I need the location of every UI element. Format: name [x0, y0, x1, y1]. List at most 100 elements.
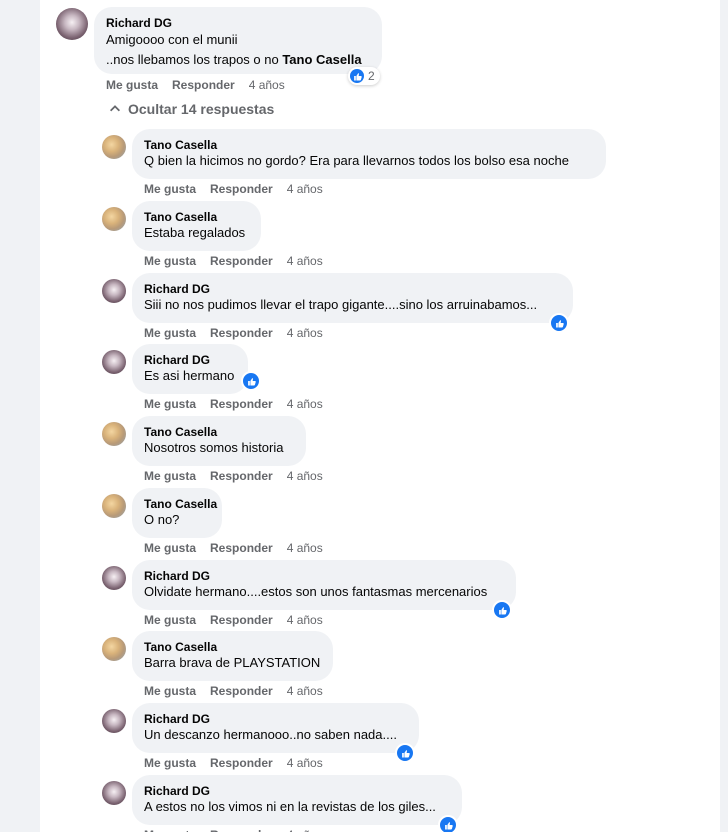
timestamp[interactable]: 4 años — [287, 684, 323, 698]
reply-author[interactable]: Richard DG — [144, 352, 236, 368]
like-button[interactable]: Me gusta — [144, 684, 196, 698]
reply-text: Olvidate hermano....estos son unos fanta… — [144, 584, 488, 599]
reply-author[interactable]: Tano Casella — [144, 424, 294, 440]
like-icon — [444, 821, 453, 830]
reply-bubble: Tano Casella Q bien la hicimos no gordo? … — [132, 129, 606, 179]
reply-button[interactable]: Responder — [210, 684, 273, 698]
like-button[interactable]: Me gusta — [144, 541, 196, 555]
reply-bubble: Richard DG Olvidate hermano....estos son … — [132, 560, 516, 610]
reply-author[interactable]: Tano Casella — [144, 137, 594, 153]
like-icon — [555, 319, 564, 328]
like-button[interactable]: Me gusta — [106, 78, 158, 92]
reply-actions: Me gusta Responder 4 años — [144, 397, 323, 411]
like-reaction-badge[interactable] — [549, 313, 569, 333]
like-reaction-badge[interactable] — [438, 815, 458, 832]
like-button[interactable]: Me gusta — [144, 828, 196, 832]
reply-actions: Me gusta Responder 4 años — [144, 469, 323, 483]
reply-text: Q bien la hicimos no gordo? Era para lle… — [144, 153, 569, 168]
reaction-count: 2 — [368, 69, 375, 83]
reply-author[interactable]: Richard DG — [144, 783, 450, 799]
reply-button[interactable]: Responder — [172, 78, 235, 92]
reply-avatar[interactable] — [102, 637, 126, 661]
comment-author[interactable]: Richard DG — [106, 15, 370, 31]
reply-actions: Me gusta Responder 4 años — [144, 541, 323, 555]
reply-bubble: Richard DG A estos no los vimos ni en la … — [132, 775, 462, 825]
reply-actions: Me gusta Responder 4 años — [144, 182, 323, 196]
comment-text-line2: ..nos llebamos los trapos o no Tano Case… — [106, 52, 370, 68]
reply-avatar[interactable] — [102, 781, 126, 805]
reply-button[interactable]: Responder — [210, 182, 273, 196]
reply-author[interactable]: Richard DG — [144, 568, 504, 584]
reply-avatar[interactable] — [102, 494, 126, 518]
reply-text: Siii no nos pudimos llevar el trapo giga… — [144, 297, 538, 312]
like-reaction-badge[interactable] — [241, 371, 261, 391]
timestamp[interactable]: 4 años — [287, 541, 323, 555]
reply-avatar[interactable] — [102, 207, 126, 231]
hide-replies-label: Ocultar 14 respuestas — [128, 101, 275, 117]
reply-author[interactable]: Tano Casella — [144, 496, 217, 512]
comment-text-line2-prefix: ..nos llebamos los trapos o no — [106, 52, 283, 67]
reply-avatar[interactable] — [102, 350, 126, 374]
reply-button[interactable]: Responder — [210, 254, 273, 268]
reply-avatar[interactable] — [102, 566, 126, 590]
reply-text: Nosotros somos historia — [144, 440, 284, 455]
like-icon — [247, 377, 256, 386]
reply-avatar[interactable] — [102, 135, 126, 159]
reply-avatar[interactable] — [102, 422, 126, 446]
timestamp[interactable]: 4 años — [287, 397, 323, 411]
reply-author[interactable]: Tano Casella — [144, 209, 249, 225]
avatar[interactable] — [56, 8, 88, 40]
like-button[interactable]: Me gusta — [144, 613, 196, 627]
reply-author[interactable]: Richard DG — [144, 281, 561, 297]
reply-text: Barra brava de PLAYSTATION — [144, 655, 321, 670]
reply-bubble: Tano Casella O no? — [132, 488, 222, 538]
timestamp[interactable]: 4 años — [287, 613, 323, 627]
reply-actions: Me gusta Responder 4 años — [144, 326, 323, 340]
hide-replies-button[interactable]: Ocultar 14 respuestas — [108, 101, 274, 117]
like-reaction-badge[interactable] — [492, 600, 512, 620]
like-button[interactable]: Me gusta — [144, 254, 196, 268]
timestamp[interactable]: 4 años — [287, 828, 323, 832]
reply-avatar[interactable] — [102, 709, 126, 733]
comment-bubble: Richard DG Amigoooo con el munii ..nos l… — [94, 7, 382, 74]
reply-button[interactable]: Responder — [210, 469, 273, 483]
timestamp[interactable]: 4 años — [287, 254, 323, 268]
chevron-up-icon — [110, 105, 120, 112]
page-edge — [720, 0, 728, 832]
reply-author[interactable]: Richard DG — [144, 711, 407, 727]
like-button[interactable]: Me gusta — [144, 182, 196, 196]
reply-actions: Me gusta Responder 4 años — [144, 684, 323, 698]
reply-text: Estaba regalados — [144, 225, 246, 240]
like-button[interactable]: Me gusta — [144, 397, 196, 411]
like-button[interactable]: Me gusta — [144, 756, 196, 770]
like-icon — [401, 749, 410, 758]
reply-actions: Me gusta Responder 4 años — [144, 613, 323, 627]
timestamp[interactable]: 4 años — [287, 469, 323, 483]
like-icon — [350, 69, 364, 83]
reply-button[interactable]: Responder — [210, 613, 273, 627]
reply-actions: Me gusta Responder 4 años — [144, 756, 323, 770]
reply-button[interactable]: Responder — [210, 326, 273, 340]
reply-avatar[interactable] — [102, 279, 126, 303]
reply-button[interactable]: Responder — [210, 397, 273, 411]
reply-text: A estos no los vimos ni en la revistas d… — [144, 799, 436, 814]
reply-text: Es asi hermano — [144, 368, 235, 383]
like-button[interactable]: Me gusta — [144, 326, 196, 340]
like-icon — [498, 606, 507, 615]
reaction-count-badge[interactable]: 2 — [348, 67, 380, 85]
like-button[interactable]: Me gusta — [144, 469, 196, 483]
reply-author[interactable]: Tano Casella — [144, 639, 321, 655]
timestamp[interactable]: 4 años — [287, 182, 323, 196]
reply-button[interactable]: Responder — [210, 828, 273, 832]
timestamp[interactable]: 4 años — [287, 756, 323, 770]
reply-bubble: Tano Casella Nosotros somos historia — [132, 416, 306, 466]
mention-link[interactable]: Tano Casella — [282, 52, 361, 67]
timestamp[interactable]: 4 años — [287, 326, 323, 340]
reply-button[interactable]: Responder — [210, 756, 273, 770]
like-reaction-badge[interactable] — [395, 743, 415, 763]
reply-button[interactable]: Responder — [210, 541, 273, 555]
timestamp[interactable]: 4 años — [249, 78, 285, 92]
reply-bubble: Richard DG Siii no nos pudimos llevar el … — [132, 273, 573, 323]
reply-text: O no? — [144, 512, 180, 527]
reply-bubble: Tano Casella Barra brava de PLAYSTATION — [132, 631, 333, 681]
